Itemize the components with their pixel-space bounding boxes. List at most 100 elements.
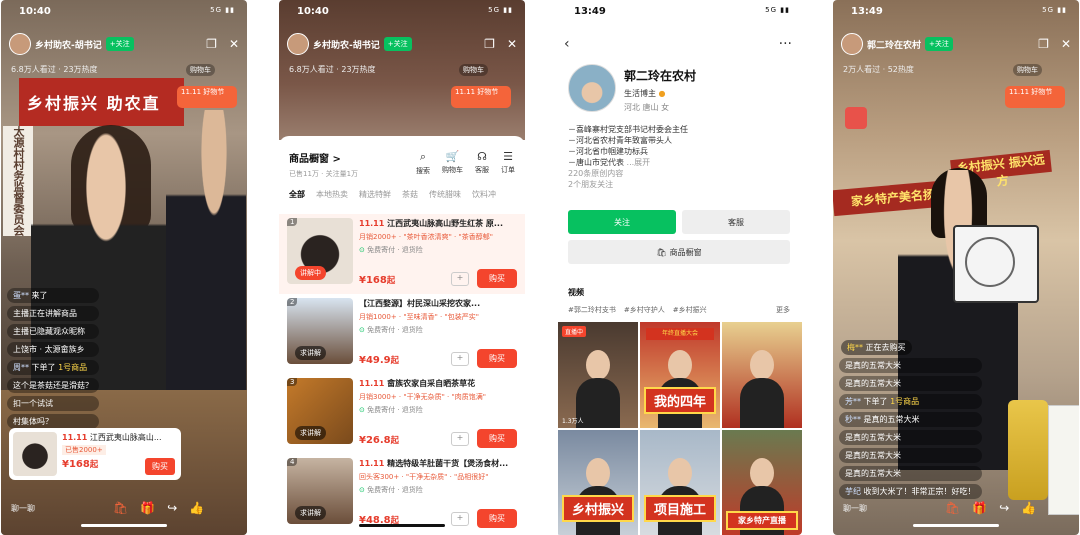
video-thumbnail[interactable]: 乡村振兴 bbox=[558, 430, 638, 535]
featured-product-card[interactable]: 11.11 江西武夷山脉高山... 已售2000+ ¥168起 购买 bbox=[9, 428, 181, 480]
shop-window-button[interactable]: 🛍 商品橱窗 bbox=[568, 240, 790, 264]
tab-all[interactable]: 全部 bbox=[289, 189, 305, 200]
explain-badge[interactable]: 讲解中 bbox=[295, 266, 326, 280]
promo-badge[interactable]: 11.11 好物节 bbox=[451, 86, 511, 108]
add-to-cart-icon[interactable]: + bbox=[451, 432, 469, 446]
comment-item: 秒** 是真的五常大米 bbox=[839, 412, 982, 427]
product-service-tags: ⊙ 免费寄付 · 退货险 bbox=[359, 246, 423, 254]
gift-icon[interactable]: 🎁 bbox=[140, 501, 155, 515]
add-to-cart-icon[interactable]: + bbox=[451, 272, 469, 286]
video-thumbnail[interactable]: 年终直播大会 我的四年 bbox=[640, 322, 720, 428]
shopping-bag-icon[interactable]: 🛍 bbox=[945, 501, 960, 515]
viewer-count: 6.8万人看过 · 23万热度 bbox=[289, 65, 376, 74]
product-item[interactable]: 3 求讲解 11.11 畲族农家自采自晒茶草花 月销3000+ · "干净无杂质… bbox=[279, 374, 525, 454]
anchor-name[interactable]: 乡村助农-胡书记 bbox=[313, 38, 380, 51]
promo-badge[interactable]: 11.11 好物节 bbox=[177, 86, 237, 108]
add-to-cart-icon[interactable]: + bbox=[451, 352, 469, 366]
nav-bar: ‹ ··· bbox=[564, 36, 792, 52]
promo-badge[interactable]: 11.11 好物节 bbox=[1005, 86, 1065, 108]
status-bar: 13:49 5G ▮▮ bbox=[851, 6, 1067, 20]
avatar[interactable] bbox=[287, 33, 309, 55]
buy-button[interactable]: 购买 bbox=[477, 509, 517, 528]
clock: 13:49 bbox=[851, 6, 883, 17]
tab-mushroom[interactable]: 茶菇 bbox=[402, 189, 418, 200]
explain-badge[interactable]: 求讲解 bbox=[295, 426, 326, 440]
comment-item: 扣一个试试 bbox=[7, 396, 99, 411]
buy-button[interactable]: 购买 bbox=[477, 349, 517, 368]
shop-title[interactable]: 商品橱窗 > bbox=[289, 150, 358, 165]
video-thumbnail[interactable]: 直播中 1.3万人 bbox=[558, 322, 638, 428]
like-icon[interactable]: 👍 bbox=[1021, 501, 1036, 515]
comment-input[interactable]: 聊一聊 bbox=[11, 503, 101, 514]
product-title: 11.11 畲族农家自采自晒茶草花 bbox=[359, 379, 476, 388]
friends-following[interactable]: 2个朋友关注 bbox=[568, 179, 688, 190]
video-thumbnail[interactable]: 家乡特产直播 bbox=[722, 430, 802, 535]
product-item[interactable]: 2 求讲解 【江西婺源】村民深山采挖农家... 月销1000+ · "至味清香"… bbox=[279, 294, 525, 374]
shop-cart[interactable]: 🛒 购物车 bbox=[442, 150, 463, 176]
cart-indicator[interactable]: 购物车 bbox=[1013, 64, 1042, 76]
product-highlights: 回头客300+ · "干净无杂质" · "品相很好" bbox=[359, 473, 489, 481]
back-icon[interactable]: ‹ bbox=[564, 36, 570, 52]
product-item[interactable]: 1 讲解中 11.11 江西武夷山脉高山野生红茶 原... 月销2000+ · … bbox=[279, 214, 525, 294]
gift-icon[interactable]: 🎁 bbox=[972, 501, 987, 515]
video-thumbnail[interactable]: 项目施工 bbox=[640, 430, 720, 535]
shop-service[interactable]: ☊ 客服 bbox=[475, 150, 489, 176]
close-icon[interactable]: ✕ bbox=[1061, 37, 1071, 51]
minimize-icon[interactable]: ❐ bbox=[484, 37, 495, 51]
avatar[interactable] bbox=[568, 64, 616, 112]
minimize-icon[interactable]: ❐ bbox=[1038, 37, 1049, 51]
shop-sheet: 商品橱窗 > 已售11万 · 关注量1万 ⌕ 搜索 🛒 购物车 ☊ 客服 ☰ 订单 全部… bbox=[279, 136, 525, 535]
tab-drinks[interactable]: 饮料冲 bbox=[472, 189, 496, 200]
buy-button[interactable]: 购买 bbox=[477, 429, 517, 448]
shop-search[interactable]: ⌕ 搜索 bbox=[416, 150, 430, 176]
close-icon[interactable]: ✕ bbox=[229, 37, 239, 51]
shop-orders[interactable]: ☰ 订单 bbox=[501, 150, 515, 176]
buy-button[interactable]: 购买 bbox=[145, 458, 175, 475]
comment-item: 这个是茶菇还是滑菇？ bbox=[7, 378, 99, 393]
cart-indicator[interactable]: 购物车 bbox=[459, 64, 488, 76]
more-tags-link[interactable]: 更多 bbox=[776, 305, 790, 315]
signal-indicator: 5G ▮▮ bbox=[488, 6, 513, 14]
product-item[interactable]: 4 求讲解 11.11 精选特级羊肚菌干货【煲汤食材... 回头客300+ · … bbox=[279, 454, 525, 534]
close-icon[interactable]: ✕ bbox=[507, 37, 517, 51]
add-to-cart-icon[interactable]: + bbox=[451, 512, 469, 526]
follow-button[interactable]: 关注 bbox=[568, 210, 676, 234]
minimize-icon[interactable]: ❐ bbox=[206, 37, 217, 51]
tag-link[interactable]: #郭二玲村支书 bbox=[568, 305, 616, 315]
red-packet-icon[interactable] bbox=[845, 107, 867, 129]
tab-cured[interactable]: 传统腊味 bbox=[429, 189, 461, 200]
avatar[interactable] bbox=[841, 33, 863, 55]
video-caption: 乡村振兴 bbox=[562, 495, 634, 522]
clock: 10:40 bbox=[297, 6, 329, 17]
follow-button[interactable]: +关注 bbox=[383, 37, 412, 51]
expand-link[interactable]: ...展开 bbox=[627, 158, 651, 167]
like-icon[interactable]: 👍 bbox=[189, 501, 204, 515]
comment-list: 蛋** 来了 主播正在讲解商品 主播已隐藏观众昵称 上饶市 · 太源畲族乡 周*… bbox=[7, 288, 99, 429]
explain-badge[interactable]: 求讲解 bbox=[295, 346, 326, 360]
tag-link[interactable]: #乡村守护人 bbox=[624, 305, 665, 315]
video-caption: 项目施工 bbox=[644, 495, 716, 522]
live-header: 乡村助农-胡书记 +关注 ❐ ✕ bbox=[287, 32, 517, 56]
anchor-name[interactable]: 郭二玲在农村 bbox=[867, 38, 921, 51]
anchor-name[interactable]: 乡村助农-胡书记 bbox=[35, 38, 102, 51]
share-icon[interactable]: ↪ bbox=[999, 501, 1009, 515]
status-bar: 10:40 5G ▮▮ bbox=[297, 6, 513, 20]
product-thumbnail: 3 求讲解 bbox=[287, 378, 353, 444]
avatar[interactable] bbox=[9, 33, 31, 55]
follow-button[interactable]: +关注 bbox=[105, 37, 134, 51]
tab-fresh[interactable]: 精选特鲜 bbox=[359, 189, 391, 200]
service-button[interactable]: 客服 bbox=[682, 210, 790, 234]
follow-button[interactable]: +关注 bbox=[925, 37, 953, 51]
video-thumbnail[interactable] bbox=[722, 322, 802, 428]
more-icon[interactable]: ··· bbox=[779, 36, 792, 52]
comment-input[interactable]: 聊一聊 bbox=[843, 503, 933, 514]
cohost-figure bbox=[166, 110, 246, 390]
explain-badge[interactable]: 求讲解 bbox=[295, 506, 326, 520]
tag-link[interactable]: #乡村振兴 bbox=[673, 305, 707, 315]
share-icon[interactable]: ↪ bbox=[167, 501, 177, 515]
profile-bio: －喜峰寨村党支部书记村委会主任 －河北省农村青年致富带头人 －河北省巾帼建功标兵… bbox=[568, 125, 688, 190]
buy-button[interactable]: 购买 bbox=[477, 269, 517, 288]
tab-local[interactable]: 本地热卖 bbox=[316, 189, 348, 200]
cart-indicator[interactable]: 购物车 bbox=[186, 64, 215, 76]
shopping-bag-icon[interactable]: 🛍 bbox=[113, 501, 128, 515]
